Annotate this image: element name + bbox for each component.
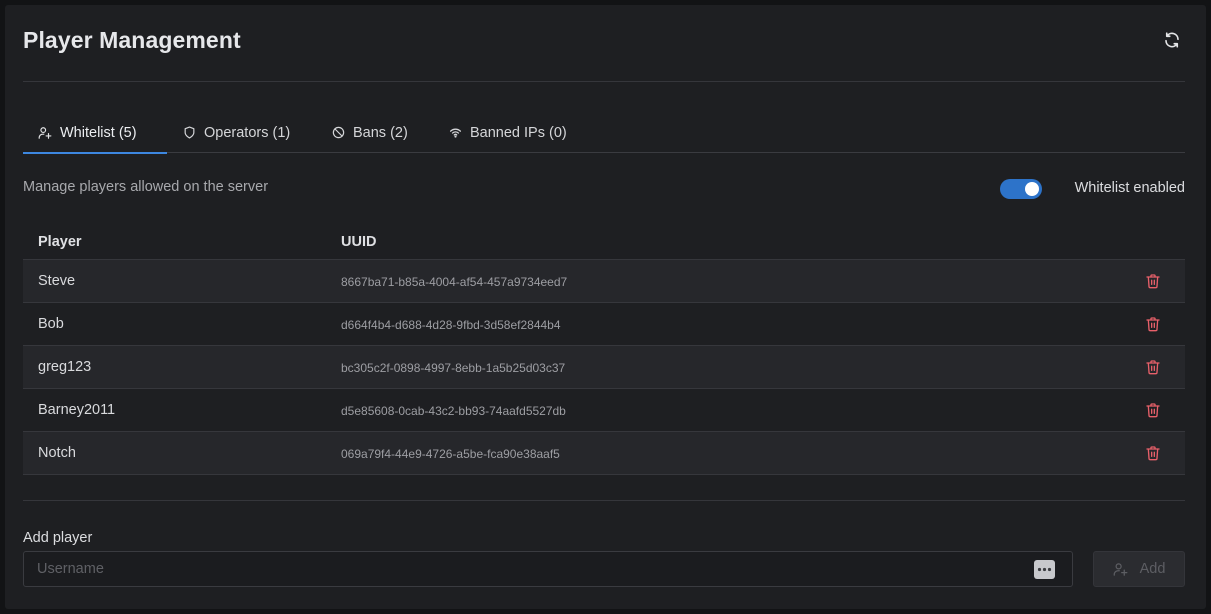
player-uuid: d5e85608-0cab-43c2-bb93-74aafd5527db xyxy=(341,404,566,418)
column-header-uuid: UUID xyxy=(341,234,377,250)
password-manager-icon[interactable] xyxy=(1034,560,1055,579)
username-input-wrapper xyxy=(23,551,1073,587)
player-management-panel: Player Management Whitelist (5) Operator… xyxy=(5,5,1206,609)
tab-whitelist[interactable]: Whitelist (5) xyxy=(23,112,167,154)
whitelist-toggle[interactable] xyxy=(1000,179,1042,199)
refresh-icon[interactable] xyxy=(1163,31,1181,49)
trash-icon[interactable] xyxy=(1145,273,1161,289)
player-uuid: 069a79f4-44e9-4726-a5be-fca90e38aaf5 xyxy=(341,447,560,461)
player-uuid: 8667ba71-b85a-4004-af54-457a9734eed7 xyxy=(341,275,568,289)
trash-icon[interactable] xyxy=(1145,359,1161,375)
table-row: Bob d664f4b4-d688-4d28-9fbd-3d58ef2844b4 xyxy=(23,303,1185,346)
player-name: Notch xyxy=(38,445,76,461)
table-row: Notch 069a79f4-44e9-4726-a5be-fca90e38aa… xyxy=(23,432,1185,475)
whitelist-description: Manage players allowed on the server xyxy=(23,179,269,195)
header-divider xyxy=(23,81,1185,82)
add-player-button[interactable]: Add xyxy=(1093,551,1185,587)
whitelist-toggle-label: Whitelist enabled xyxy=(1074,180,1185,196)
player-uuid: d664f4b4-d688-4d28-9fbd-3d58ef2844b4 xyxy=(341,318,561,332)
toggle-knob xyxy=(1025,182,1039,196)
player-uuid: bc305c2f-0898-4997-8ebb-1a5b25d03c37 xyxy=(341,361,566,375)
shield-icon xyxy=(184,126,195,139)
tab-bans[interactable]: Bans (2) xyxy=(332,112,408,153)
tab-bar: Whitelist (5) Operators (1) Bans (2) Ban… xyxy=(23,112,1185,154)
user-plus-icon xyxy=(1113,562,1127,576)
player-name: greg123 xyxy=(38,359,92,375)
add-player-label: Add player xyxy=(23,530,93,546)
wifi-icon xyxy=(449,128,462,138)
player-name: Steve xyxy=(38,273,76,289)
table-row: greg123 bc305c2f-0898-4997-8ebb-1a5b25d0… xyxy=(23,346,1185,389)
dots-icon xyxy=(1037,567,1052,572)
trash-icon[interactable] xyxy=(1145,402,1161,418)
column-header-player: Player xyxy=(38,234,82,250)
table-divider xyxy=(23,500,1185,501)
panel-header: Player Management xyxy=(23,5,1185,82)
whitelist-table: Player UUID Steve 8667ba71-b85a-4004-af5… xyxy=(23,227,1185,475)
tab-banned-ips[interactable]: Banned IPs (0) xyxy=(449,112,567,153)
tab-label: Bans (2) xyxy=(353,124,408,141)
tab-label: Banned IPs (0) xyxy=(470,124,567,141)
page-title: Player Management xyxy=(23,27,241,53)
add-button-label: Add xyxy=(1139,561,1166,577)
player-name: Bob xyxy=(38,316,64,332)
tab-operators[interactable]: Operators (1) xyxy=(183,112,290,153)
player-name: Barney2011 xyxy=(38,402,116,418)
user-plus-icon xyxy=(38,126,52,139)
table-row: Barney2011 d5e85608-0cab-43c2-bb93-74aaf… xyxy=(23,389,1185,432)
username-input[interactable] xyxy=(24,552,1072,586)
tab-label: Operators (1) xyxy=(204,124,291,141)
table-row: Steve 8667ba71-b85a-4004-af54-457a9734ee… xyxy=(23,260,1185,303)
ban-icon xyxy=(332,126,345,139)
tab-label: Whitelist (5) xyxy=(60,124,137,141)
table-header: Player UUID xyxy=(23,227,1185,260)
trash-icon[interactable] xyxy=(1145,316,1161,332)
trash-icon[interactable] xyxy=(1145,445,1161,461)
